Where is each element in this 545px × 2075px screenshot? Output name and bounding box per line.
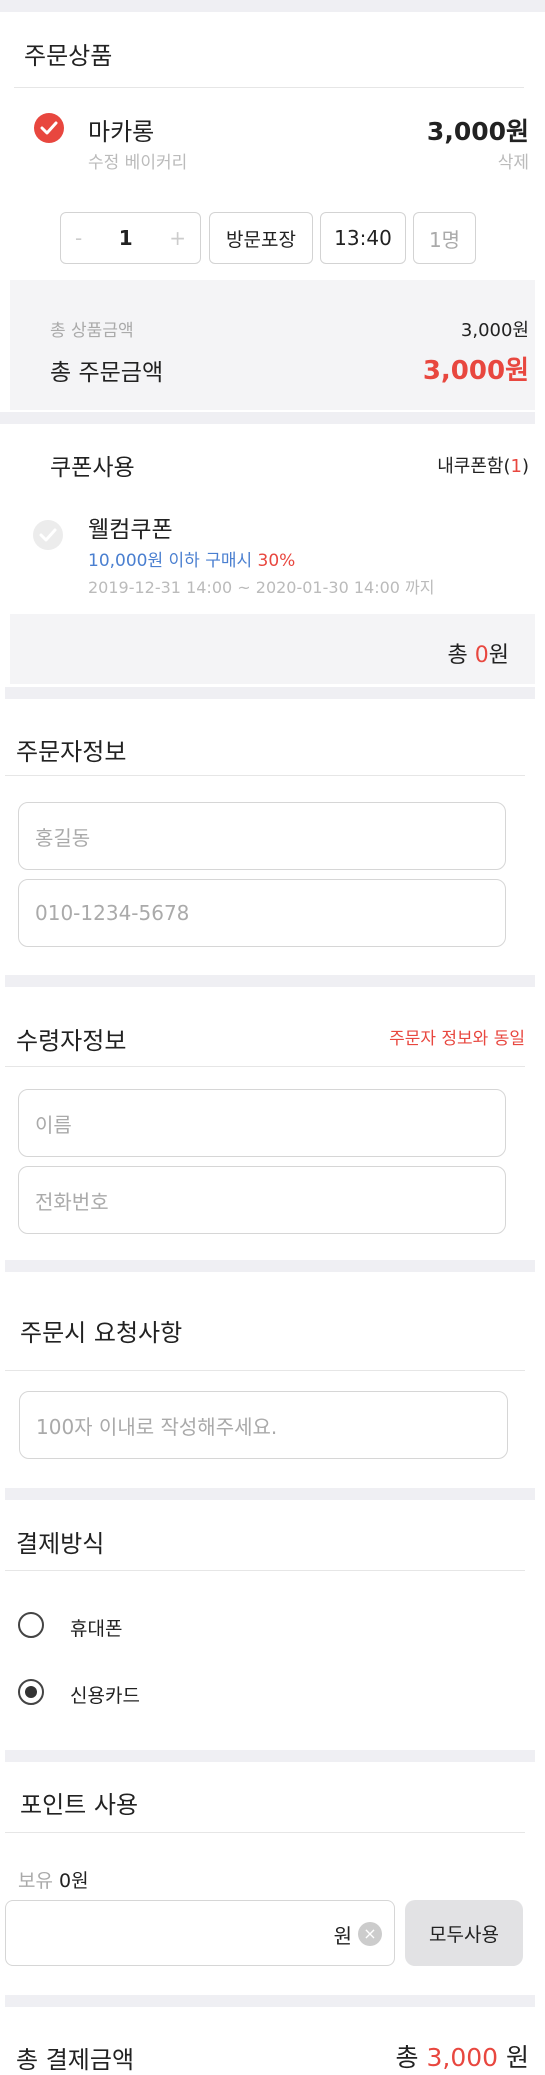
item-name: 마카롱 bbox=[88, 118, 155, 146]
points-owned: 보유 0원 bbox=[18, 1866, 89, 1893]
payment-total-label: 총 결제금액 bbox=[16, 2046, 135, 2074]
coupon-total-suffix: 원 bbox=[488, 643, 509, 668]
section-divider bbox=[5, 975, 535, 987]
item-delete-button[interactable]: 삭제 bbox=[498, 148, 529, 173]
points-input[interactable]: 원 × bbox=[5, 1900, 395, 1966]
use-all-points-button[interactable]: 모두사용 bbox=[405, 1900, 523, 1966]
coupon-total-value: 0 bbox=[474, 643, 489, 668]
payment-option-label: 휴대폰 bbox=[70, 1618, 123, 1640]
people-button[interactable]: 1명 bbox=[413, 212, 476, 264]
coupon-total: 총 0원 bbox=[448, 637, 509, 669]
payment-total-suffix: 원 bbox=[498, 2043, 529, 2072]
payment-title: 결제방식 bbox=[16, 1530, 105, 1558]
order-total-number: 3,000원 bbox=[422, 356, 529, 386]
pickup-type-button[interactable]: 방문포장 bbox=[209, 212, 313, 264]
order-total-value: 3,000원 bbox=[423, 350, 529, 387]
payment-total-value: 3,000 bbox=[426, 2043, 499, 2072]
item-price: 3,000원 bbox=[426, 117, 529, 146]
divider bbox=[5, 1370, 525, 1371]
coupon-title: 쿠폰사용 bbox=[50, 455, 135, 481]
points-owned-value: 0원 bbox=[59, 1870, 89, 1892]
coupon-name: 웰컴쿠폰 bbox=[88, 517, 173, 543]
request-title: 주문시 요청사항 bbox=[20, 1319, 183, 1347]
section-divider bbox=[5, 1488, 535, 1500]
check-icon bbox=[39, 528, 57, 542]
quantity-value[interactable]: 1 bbox=[119, 226, 133, 250]
coupon-discount: 30% bbox=[257, 551, 296, 571]
item-store: 수정 베이커리 bbox=[88, 153, 188, 173]
orderer-phone-input[interactable]: 010-1234-5678 bbox=[18, 879, 506, 947]
orderer-name-input[interactable]: 홍길동 bbox=[18, 802, 506, 870]
coupon-condition-text: 10,000원 이하 구매시 bbox=[88, 551, 253, 571]
section-divider bbox=[5, 1995, 535, 2007]
divider bbox=[5, 1066, 525, 1067]
payment-total-prefix: 총 bbox=[395, 2043, 427, 2072]
divider bbox=[5, 1832, 525, 1833]
divider bbox=[14, 87, 524, 88]
points-title: 포인트 사용 bbox=[20, 1791, 139, 1819]
orderer-title: 주문자정보 bbox=[16, 738, 127, 766]
quantity-stepper: - 1 + bbox=[60, 212, 201, 264]
item-checkbox[interactable] bbox=[34, 113, 64, 143]
section-divider bbox=[5, 1750, 535, 1762]
pickup-time-button[interactable]: 13:40 bbox=[320, 212, 406, 264]
increase-button[interactable]: + bbox=[169, 226, 186, 250]
coupon-total-prefix: 총 bbox=[447, 643, 475, 668]
payment-option-card[interactable]: 신용카드 bbox=[18, 1677, 268, 1707]
payment-option-label: 신용카드 bbox=[70, 1685, 140, 1707]
subtotal-label: 총 상품금액 bbox=[50, 321, 134, 341]
clear-icon[interactable]: × bbox=[358, 1922, 382, 1946]
decrease-button[interactable]: - bbox=[75, 226, 82, 250]
coupon-condition: 10,000원 이하 구매시 30% bbox=[88, 546, 295, 571]
coupon-checkbox[interactable] bbox=[33, 520, 63, 550]
order-items-title: 주문상품 bbox=[24, 42, 113, 70]
receiver-phone-input[interactable]: 전화번호 bbox=[18, 1166, 506, 1234]
my-coupons-label: 내쿠폰함( bbox=[437, 456, 511, 477]
section-divider bbox=[5, 1260, 535, 1272]
section-divider bbox=[0, 0, 545, 12]
subtotal-value: 3,000원 bbox=[460, 320, 529, 341]
order-total-panel bbox=[10, 280, 535, 410]
points-owned-label: 보유 bbox=[18, 1870, 53, 1892]
section-divider bbox=[0, 412, 535, 424]
section-divider bbox=[5, 687, 535, 699]
radio-unselected-icon bbox=[18, 1612, 44, 1638]
check-icon bbox=[40, 121, 58, 135]
payment-total: 총 3,000 원 bbox=[396, 2038, 529, 2074]
divider bbox=[5, 775, 525, 776]
radio-selected-icon bbox=[18, 1679, 44, 1705]
payment-option-phone[interactable]: 휴대폰 bbox=[18, 1610, 268, 1640]
my-coupons-close: ) bbox=[521, 456, 529, 477]
receiver-title: 수령자정보 bbox=[16, 1027, 127, 1055]
coupon-validity: 2019-12-31 14:00 ~ 2020-01-30 14:00 까지 bbox=[88, 578, 435, 597]
points-unit: 원 bbox=[333, 1924, 352, 1948]
request-input[interactable]: 100자 이내로 작성해주세요. bbox=[19, 1391, 508, 1459]
order-total-label: 총 주문금액 bbox=[50, 360, 164, 386]
my-coupons-link[interactable]: 내쿠폰함(1) bbox=[437, 452, 529, 478]
my-coupons-count: 1 bbox=[510, 456, 522, 477]
divider bbox=[5, 1570, 525, 1571]
same-as-orderer-button[interactable]: 주문자 정보와 동일 bbox=[389, 1024, 525, 1049]
receiver-name-input[interactable]: 이름 bbox=[18, 1089, 506, 1157]
